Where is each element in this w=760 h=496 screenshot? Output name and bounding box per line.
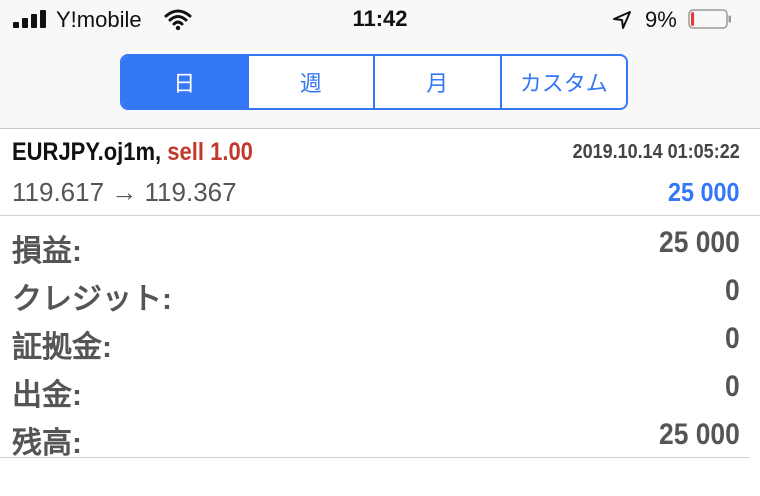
tab-week[interactable]: 週 — [246, 56, 374, 108]
account-summary: 損益: 25 000 クレジット: 0 証拠金: 0 出金: 0 残高: 25 … — [0, 218, 760, 460]
summary-value: 0 — [725, 322, 740, 355]
period-segmented-control: 日 週 月 カスタム — [120, 54, 628, 110]
trade-profit: 25 000 — [668, 177, 740, 207]
trade-symbol: EURJPY.oj1m, — [12, 138, 162, 166]
summary-row-withdrawal: 出金: 0 — [0, 362, 760, 412]
close-price: 119.367 — [144, 177, 237, 207]
summary-value: 0 — [725, 274, 740, 307]
trade-datetime: 2019.10.14 01:05:22 — [572, 141, 740, 163]
battery-percent: 9% — [645, 7, 677, 32]
summary-label: 残高: — [12, 427, 82, 460]
period-selector-bar: 日 週 月 カスタム — [0, 40, 760, 129]
location-arrow-icon — [613, 11, 631, 29]
tab-day[interactable]: 日 — [122, 56, 247, 108]
tab-month[interactable]: 月 — [373, 56, 500, 108]
battery-icon — [688, 9, 731, 29]
summary-label: 損益: — [12, 235, 82, 268]
summary-label: 証拠金: — [12, 331, 112, 364]
summary-row-balance: 残高: 25 000 — [0, 410, 760, 460]
summary-row-deposit: 証拠金: 0 — [0, 314, 760, 364]
summary-row-credit: クレジット: 0 — [0, 266, 760, 316]
tab-custom[interactable]: カスタム — [499, 56, 627, 108]
summary-row-profit: 損益: 25 000 — [0, 218, 760, 268]
summary-label: 出金: — [12, 379, 82, 412]
open-price: 119.617 — [12, 177, 105, 207]
price-arrow: → — [111, 177, 138, 207]
summary-value: 25 000 — [659, 226, 740, 259]
trade-prices: 119.617 → 119.367 — [12, 177, 237, 208]
trade-side-volume: sell 1.00 — [167, 138, 253, 166]
trade-symbol-line: EURJPY.oj1m, sell 1.00 — [12, 138, 253, 167]
status-bar: Y!mobile 11:42 9% — [0, 0, 760, 40]
trade-history-row[interactable]: EURJPY.oj1m, sell 1.00 2019.10.14 01:05:… — [0, 129, 760, 216]
bottom-divider — [0, 457, 750, 458]
summary-label: クレジット: — [12, 283, 172, 316]
summary-value: 25 000 — [659, 418, 740, 451]
summary-value: 0 — [725, 370, 740, 403]
